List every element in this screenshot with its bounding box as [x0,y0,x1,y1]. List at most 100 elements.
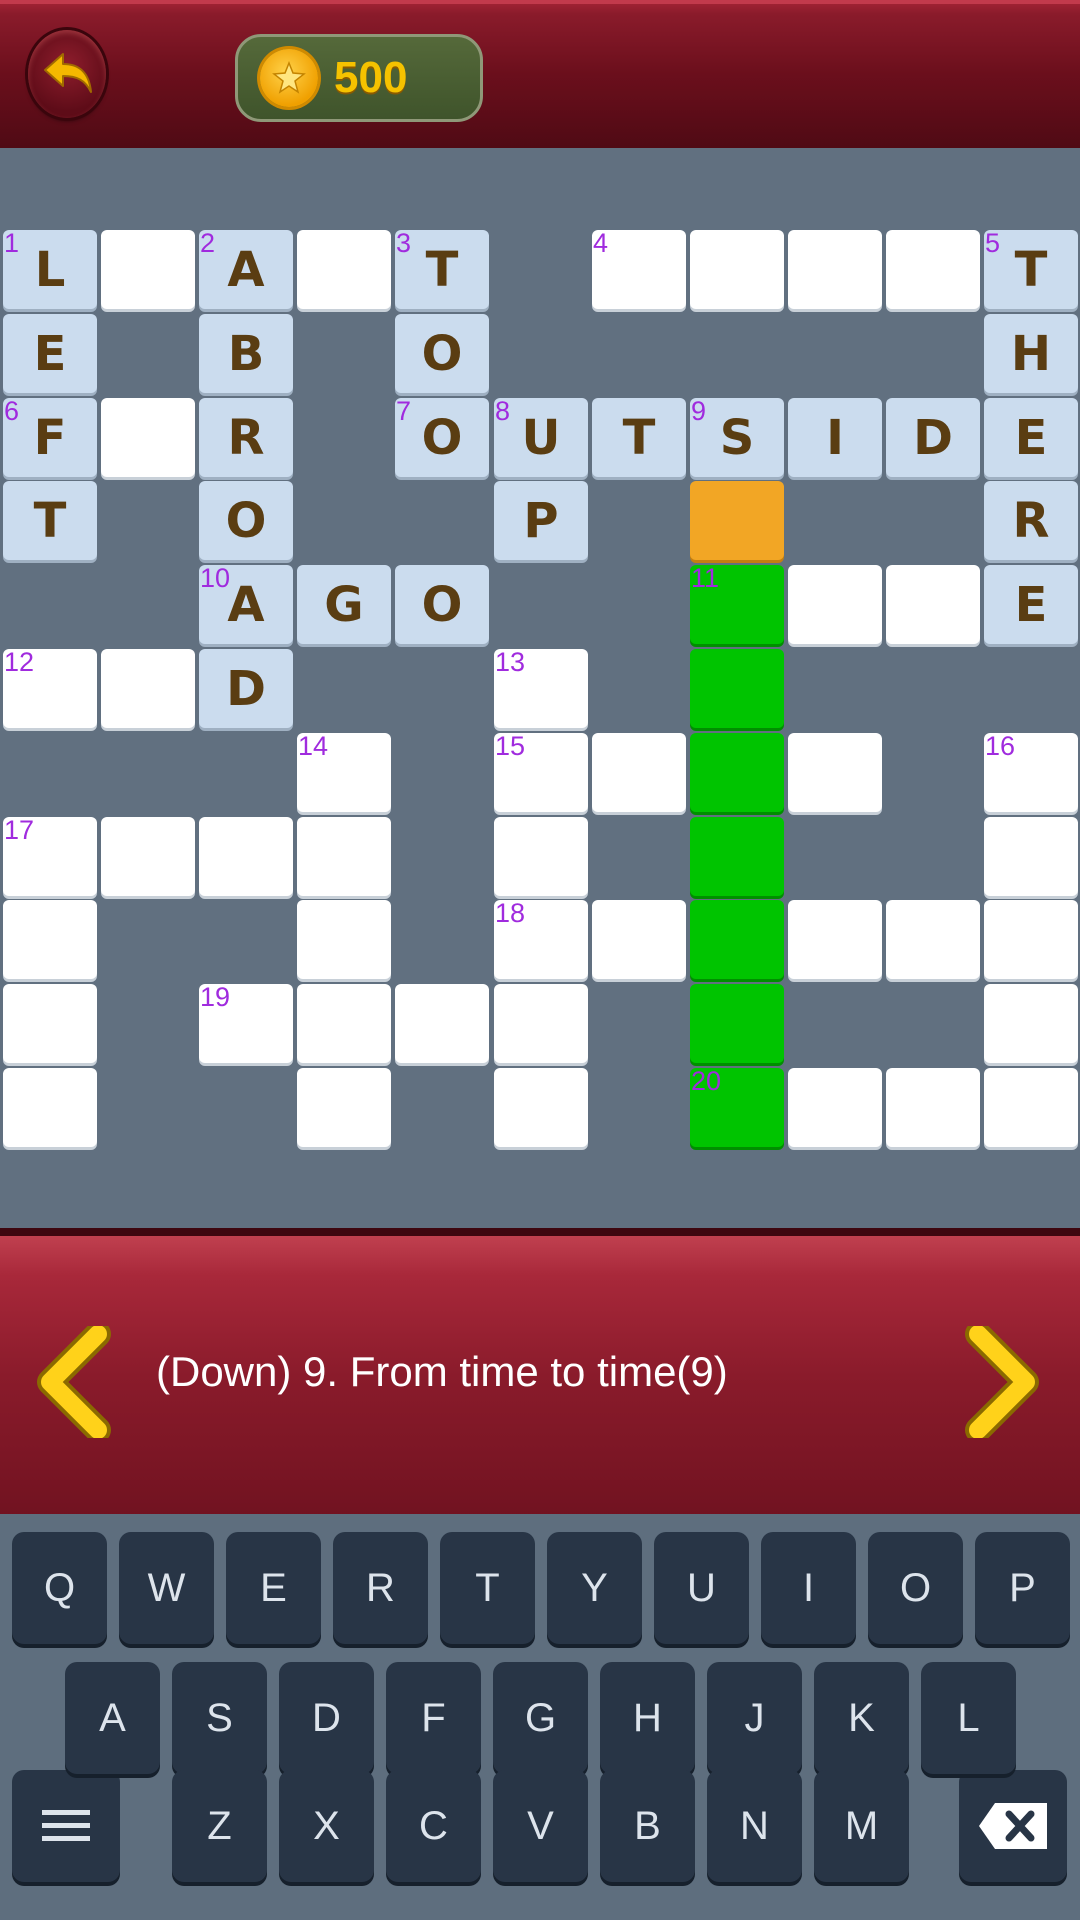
grid-cell[interactable] [395,984,489,1063]
key-p[interactable]: P [975,1532,1070,1644]
grid-cell[interactable] [101,817,195,896]
grid-cell[interactable] [494,984,588,1063]
grid-cell[interactable]: 10 A [199,563,293,644]
grid-cell[interactable] [886,1068,980,1147]
grid-cell[interactable] [3,984,97,1063]
grid-cell[interactable]: T [3,481,97,560]
active-word-cell[interactable] [690,817,784,896]
grid-cell[interactable] [592,733,686,812]
key-a[interactable]: A [65,1662,160,1774]
key-y[interactable]: Y [547,1532,642,1644]
menu-key[interactable] [12,1770,120,1882]
key-v[interactable]: V [493,1770,588,1882]
grid-cell[interactable]: 15 [494,731,588,812]
grid-cell[interactable]: 5T [984,228,1078,309]
key-l[interactable]: L [921,1662,1016,1774]
next-clue-button[interactable] [960,1321,1040,1443]
grid-cell[interactable]: 9S [690,396,784,477]
grid-cell[interactable] [199,817,293,896]
grid-cell[interactable]: O [395,314,489,393]
grid-cell[interactable]: R [984,481,1078,560]
key-z[interactable]: Z [172,1770,267,1882]
grid-cell[interactable]: G [297,565,391,644]
grid-cell[interactable]: 12 [3,647,97,728]
key-c[interactable]: C [386,1770,481,1882]
active-word-cell[interactable] [690,900,784,979]
grid-cell[interactable] [297,1068,391,1147]
key-s[interactable]: S [172,1662,267,1774]
grid-cell[interactable] [592,900,686,979]
grid-cell[interactable]: H [984,314,1078,393]
grid-cell[interactable]: 7O [395,396,489,477]
key-e[interactable]: E [226,1532,321,1644]
grid-cell[interactable] [984,817,1078,896]
grid-cell[interactable] [101,230,195,309]
key-o[interactable]: O [868,1532,963,1644]
key-h[interactable]: H [600,1662,695,1774]
grid-cell[interactable] [297,817,391,896]
key-j[interactable]: J [707,1662,802,1774]
key-g[interactable]: G [493,1662,588,1774]
grid-cell[interactable]: 14 [297,731,391,812]
key-d[interactable]: D [279,1662,374,1774]
key-r[interactable]: R [333,1532,428,1644]
grid-cell[interactable]: D [199,649,293,728]
grid-cell[interactable]: 2A [199,228,293,309]
grid-cell[interactable]: 16 [984,731,1078,812]
grid-cell[interactable] [494,817,588,896]
key-w[interactable]: W [119,1532,214,1644]
back-button[interactable] [28,30,106,118]
grid-cell[interactable] [886,900,980,979]
grid-cell[interactable] [788,230,882,309]
grid-cell[interactable]: 6F [3,396,97,477]
key-m[interactable]: M [814,1770,909,1882]
grid-cell[interactable]: I [788,398,882,477]
grid-cell[interactable] [984,900,1078,979]
grid-cell[interactable] [101,398,195,477]
grid-cell[interactable] [690,230,784,309]
key-t[interactable]: T [440,1532,535,1644]
grid-cell[interactable]: E [984,565,1078,644]
grid-cell[interactable]: 13 [494,647,588,728]
key-k[interactable]: K [814,1662,909,1774]
grid-cell[interactable]: 17 [3,815,97,896]
grid-cell[interactable] [297,984,391,1063]
grid-cell[interactable]: 1L [3,228,97,309]
active-word-cell[interactable]: 20 [690,1066,784,1147]
key-i[interactable]: I [761,1532,856,1644]
grid-cell[interactable] [788,565,882,644]
grid-cell[interactable] [788,733,882,812]
grid-cell[interactable]: O [199,481,293,560]
grid-cell[interactable] [984,984,1078,1063]
grid-cell[interactable]: 19 [199,982,293,1063]
grid-cell[interactable]: B [199,314,293,393]
grid-cell[interactable]: T [592,398,686,477]
grid-cell[interactable] [3,900,97,979]
grid-cell[interactable]: 4 [592,228,686,309]
key-u[interactable]: U [654,1532,749,1644]
grid-cell[interactable] [984,1068,1078,1147]
key-b[interactable]: B [600,1770,695,1882]
grid-cell[interactable] [3,1068,97,1147]
grid-cell[interactable] [788,900,882,979]
grid-cell[interactable]: 3T [395,228,489,309]
key-f[interactable]: F [386,1662,481,1774]
active-word-cell[interactable] [690,733,784,812]
grid-cell[interactable] [297,900,391,979]
active-word-cell[interactable]: 11 [690,563,784,644]
backspace-key[interactable] [959,1770,1067,1882]
previous-clue-button[interactable] [36,1321,116,1443]
grid-cell[interactable]: E [984,398,1078,477]
grid-cell[interactable] [788,1068,882,1147]
grid-cell[interactable] [101,649,195,728]
grid-cell[interactable]: 8U [494,396,588,477]
grid-cell[interactable]: D [886,398,980,477]
grid-cell[interactable]: P [494,481,588,560]
grid-cell[interactable] [494,1068,588,1147]
grid-cell[interactable]: R [199,398,293,477]
key-n[interactable]: N [707,1770,802,1882]
key-x[interactable]: X [279,1770,374,1882]
active-word-cell[interactable] [690,649,784,728]
key-q[interactable]: Q [12,1532,107,1644]
grid-cell[interactable] [886,230,980,309]
